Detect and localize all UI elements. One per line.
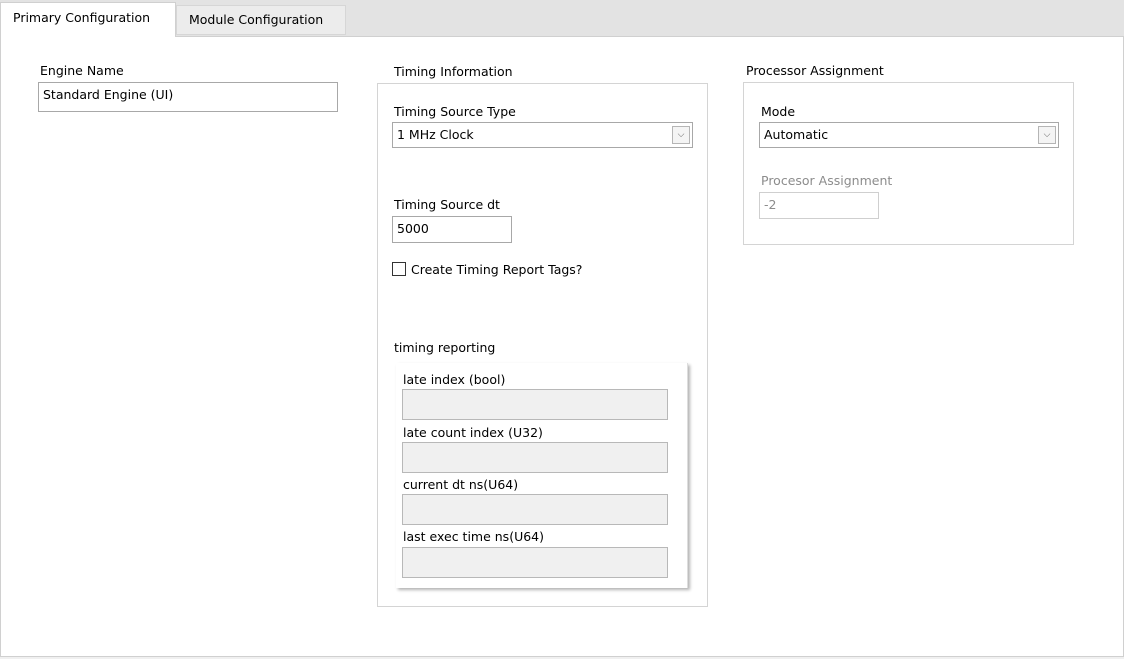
tab-primary-configuration[interactable]: Primary Configuration bbox=[0, 2, 176, 37]
processor-assignment-label: Procesor Assignment bbox=[761, 173, 893, 188]
timing-source-type-label: Timing Source Type bbox=[394, 104, 516, 119]
chevron-down-icon[interactable]: ⌵ bbox=[1038, 126, 1056, 144]
engine-name-input[interactable]: Standard Engine (UI) bbox=[38, 82, 338, 112]
mode-label: Mode bbox=[761, 104, 796, 119]
engine-name-label: Engine Name bbox=[40, 63, 124, 78]
late-index-field bbox=[402, 389, 668, 420]
processor-assignment-title: Processor Assignment bbox=[746, 63, 884, 78]
timing-source-type-select[interactable]: 1 MHz Clock ⌵ bbox=[392, 122, 693, 148]
late-count-index-field bbox=[402, 442, 668, 473]
tab-module-configuration[interactable]: Module Configuration bbox=[176, 5, 346, 35]
late-count-index-label: late count index (U32) bbox=[403, 425, 543, 440]
create-timing-report-tags-label[interactable]: Create Timing Report Tags? bbox=[411, 262, 582, 277]
chevron-down-icon[interactable]: ⌵ bbox=[672, 126, 690, 144]
timing-source-dt-label: Timing Source dt bbox=[394, 197, 500, 212]
last-exec-time-label: last exec time ns(U64) bbox=[403, 529, 544, 544]
late-index-label: late index (bool) bbox=[403, 372, 506, 387]
timing-reporting-title: timing reporting bbox=[394, 340, 496, 355]
create-timing-report-tags-checkbox[interactable] bbox=[392, 262, 406, 276]
current-dt-field bbox=[402, 494, 668, 525]
last-exec-time-field bbox=[402, 547, 668, 578]
timing-information-title: Timing Information bbox=[394, 64, 513, 79]
current-dt-label: current dt ns(U64) bbox=[403, 477, 519, 492]
mode-select[interactable]: Automatic ⌵ bbox=[759, 122, 1059, 148]
timing-source-dt-input[interactable]: 5000 bbox=[392, 216, 512, 243]
processor-assignment-input: -2 bbox=[759, 192, 879, 219]
timing-source-type-value: 1 MHz Clock bbox=[397, 127, 474, 142]
mode-value: Automatic bbox=[764, 127, 829, 142]
